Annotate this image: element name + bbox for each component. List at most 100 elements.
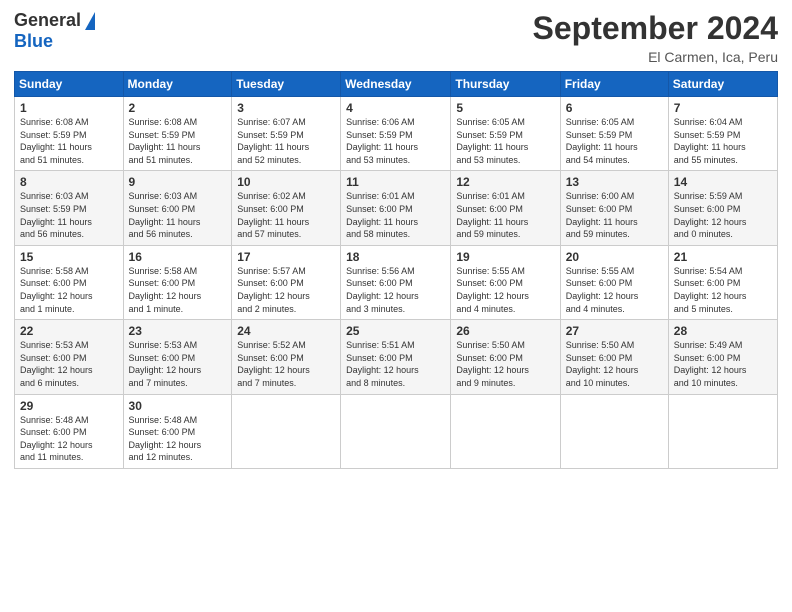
title-location: El Carmen, Ica, Peru (533, 49, 778, 65)
day-info: Sunrise: 6:07 AMSunset: 5:59 PMDaylight:… (237, 116, 335, 166)
day-cell-9: 9Sunrise: 6:03 AMSunset: 6:00 PMDaylight… (123, 171, 232, 245)
day-cell-13: 13Sunrise: 6:00 AMSunset: 6:00 PMDayligh… (560, 171, 668, 245)
day-info: Sunrise: 5:55 AMSunset: 6:00 PMDaylight:… (456, 265, 554, 315)
logo-triangle-icon (85, 12, 95, 30)
day-info: Sunrise: 5:51 AMSunset: 6:00 PMDaylight:… (346, 339, 445, 389)
day-cell-25: 25Sunrise: 5:51 AMSunset: 6:00 PMDayligh… (341, 320, 451, 394)
day-info: Sunrise: 5:48 AMSunset: 6:00 PMDaylight:… (129, 414, 227, 464)
day-info: Sunrise: 6:06 AMSunset: 5:59 PMDaylight:… (346, 116, 445, 166)
day-number: 15 (20, 250, 118, 264)
day-number: 2 (129, 101, 227, 115)
day-info: Sunrise: 6:00 AMSunset: 6:00 PMDaylight:… (566, 190, 663, 240)
day-number: 3 (237, 101, 335, 115)
col-saturday: Saturday (668, 72, 777, 97)
day-number: 21 (674, 250, 772, 264)
day-cell-28: 28Sunrise: 5:49 AMSunset: 6:00 PMDayligh… (668, 320, 777, 394)
page: General Blue September 2024 El Carmen, I… (0, 0, 792, 612)
day-number: 13 (566, 175, 663, 189)
day-cell-18: 18Sunrise: 5:56 AMSunset: 6:00 PMDayligh… (341, 245, 451, 319)
day-info: Sunrise: 6:01 AMSunset: 6:00 PMDaylight:… (346, 190, 445, 240)
day-number: 24 (237, 324, 335, 338)
day-cell-21: 21Sunrise: 5:54 AMSunset: 6:00 PMDayligh… (668, 245, 777, 319)
day-number: 29 (20, 399, 118, 413)
day-number: 11 (346, 175, 445, 189)
day-info: Sunrise: 6:05 AMSunset: 5:59 PMDaylight:… (456, 116, 554, 166)
day-cell-30: 30Sunrise: 5:48 AMSunset: 6:00 PMDayligh… (123, 394, 232, 468)
col-wednesday: Wednesday (341, 72, 451, 97)
day-number: 28 (674, 324, 772, 338)
day-info: Sunrise: 5:56 AMSunset: 6:00 PMDaylight:… (346, 265, 445, 315)
day-cell-2: 2Sunrise: 6:08 AMSunset: 5:59 PMDaylight… (123, 97, 232, 171)
day-number: 23 (129, 324, 227, 338)
logo-blue: Blue (14, 31, 53, 52)
day-info: Sunrise: 6:01 AMSunset: 6:00 PMDaylight:… (456, 190, 554, 240)
calendar: Sunday Monday Tuesday Wednesday Thursday… (14, 71, 778, 469)
day-number: 22 (20, 324, 118, 338)
day-info: Sunrise: 5:53 AMSunset: 6:00 PMDaylight:… (129, 339, 227, 389)
day-info: Sunrise: 6:08 AMSunset: 5:59 PMDaylight:… (129, 116, 227, 166)
calendar-header-row: Sunday Monday Tuesday Wednesday Thursday… (15, 72, 778, 97)
day-number: 20 (566, 250, 663, 264)
day-info: Sunrise: 6:03 AMSunset: 5:59 PMDaylight:… (20, 190, 118, 240)
day-cell-16: 16Sunrise: 5:58 AMSunset: 6:00 PMDayligh… (123, 245, 232, 319)
day-cell-29: 29Sunrise: 5:48 AMSunset: 6:00 PMDayligh… (15, 394, 124, 468)
day-info: Sunrise: 5:54 AMSunset: 6:00 PMDaylight:… (674, 265, 772, 315)
day-cell-5: 5Sunrise: 6:05 AMSunset: 5:59 PMDaylight… (451, 97, 560, 171)
day-info: Sunrise: 6:08 AMSunset: 5:59 PMDaylight:… (20, 116, 118, 166)
day-number: 30 (129, 399, 227, 413)
day-cell-6: 6Sunrise: 6:05 AMSunset: 5:59 PMDaylight… (560, 97, 668, 171)
day-cell-19: 19Sunrise: 5:55 AMSunset: 6:00 PMDayligh… (451, 245, 560, 319)
day-info: Sunrise: 5:50 AMSunset: 6:00 PMDaylight:… (456, 339, 554, 389)
title-area: September 2024 El Carmen, Ica, Peru (533, 10, 778, 65)
day-number: 6 (566, 101, 663, 115)
day-cell-27: 27Sunrise: 5:50 AMSunset: 6:00 PMDayligh… (560, 320, 668, 394)
logo-general: General (14, 10, 81, 31)
day-cell-22: 22Sunrise: 5:53 AMSunset: 6:00 PMDayligh… (15, 320, 124, 394)
calendar-week-4: 29 Sunrise: 5:48 AMSunset: 6:00 PMDayligh… (15, 394, 778, 468)
day-info: Sunrise: 5:57 AMSunset: 6:00 PMDaylight:… (237, 265, 335, 315)
day-cell-7: 7Sunrise: 6:04 AMSunset: 5:59 PMDaylight… (668, 97, 777, 171)
day-number: 27 (566, 324, 663, 338)
day-number: 1 (20, 101, 118, 115)
day-cell-17: 17Sunrise: 5:57 AMSunset: 6:00 PMDayligh… (232, 245, 341, 319)
logo: General (14, 10, 95, 31)
col-thursday: Thursday (451, 72, 560, 97)
day-number: 8 (20, 175, 118, 189)
empty-cell (451, 394, 560, 468)
col-tuesday: Tuesday (232, 72, 341, 97)
day-number: 14 (674, 175, 772, 189)
title-month: September 2024 (533, 10, 778, 47)
day-cell-26: 26Sunrise: 5:50 AMSunset: 6:00 PMDayligh… (451, 320, 560, 394)
day-info: Sunrise: 5:59 AMSunset: 6:00 PMDaylight:… (674, 190, 772, 240)
empty-cell (341, 394, 451, 468)
empty-cell (668, 394, 777, 468)
day-info: Sunrise: 5:58 AMSunset: 6:00 PMDaylight:… (20, 265, 118, 315)
header: General Blue September 2024 El Carmen, I… (14, 10, 778, 65)
day-info: Sunrise: 6:04 AMSunset: 5:59 PMDaylight:… (674, 116, 772, 166)
day-number: 26 (456, 324, 554, 338)
day-cell-4: 4Sunrise: 6:06 AMSunset: 5:59 PMDaylight… (341, 97, 451, 171)
day-cell-14: 14Sunrise: 5:59 AMSunset: 6:00 PMDayligh… (668, 171, 777, 245)
day-number: 16 (129, 250, 227, 264)
col-friday: Friday (560, 72, 668, 97)
day-cell-11: 11Sunrise: 6:01 AMSunset: 6:00 PMDayligh… (341, 171, 451, 245)
day-info: Sunrise: 5:58 AMSunset: 6:00 PMDaylight:… (129, 265, 227, 315)
calendar-week-3: 22 Sunrise: 5:53 AMSunset: 6:00 PMDayligh… (15, 320, 778, 394)
day-info: Sunrise: 5:52 AMSunset: 6:00 PMDaylight:… (237, 339, 335, 389)
day-cell-10: 10Sunrise: 6:02 AMSunset: 6:00 PMDayligh… (232, 171, 341, 245)
col-monday: Monday (123, 72, 232, 97)
day-info: Sunrise: 5:50 AMSunset: 6:00 PMDaylight:… (566, 339, 663, 389)
day-cell-23: 23Sunrise: 5:53 AMSunset: 6:00 PMDayligh… (123, 320, 232, 394)
empty-cell (232, 394, 341, 468)
calendar-week-0: 1Sunrise: 6:08 AMSunset: 5:59 PMDaylight… (15, 97, 778, 171)
logo-area: General Blue (14, 10, 95, 52)
day-cell-8: 8Sunrise: 6:03 AMSunset: 5:59 PMDaylight… (15, 171, 124, 245)
day-number: 25 (346, 324, 445, 338)
empty-cell (560, 394, 668, 468)
day-number: 19 (456, 250, 554, 264)
day-number: 12 (456, 175, 554, 189)
day-info: Sunrise: 6:05 AMSunset: 5:59 PMDaylight:… (566, 116, 663, 166)
calendar-week-1: 8Sunrise: 6:03 AMSunset: 5:59 PMDaylight… (15, 171, 778, 245)
day-info: Sunrise: 5:55 AMSunset: 6:00 PMDaylight:… (566, 265, 663, 315)
day-cell-3: 3Sunrise: 6:07 AMSunset: 5:59 PMDaylight… (232, 97, 341, 171)
